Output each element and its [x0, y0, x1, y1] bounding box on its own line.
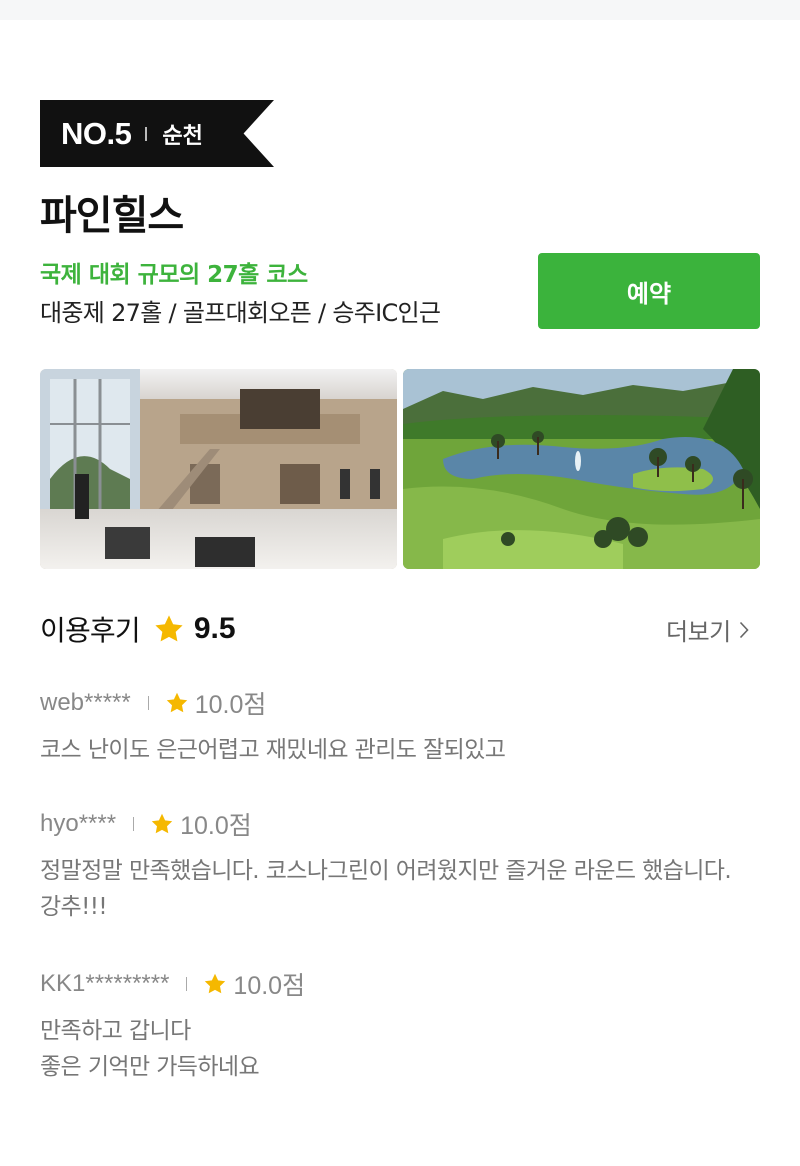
review-user: hyo**** [40, 810, 117, 837]
review-score: 10.0점 [194, 691, 267, 719]
review-user: KK1********* [40, 970, 170, 997]
review-item: hyo**** 10.0점 정말정말 만족했습니다. 코스나그린이 어려웠지만 … [40, 809, 760, 925]
review-item: web***** 10.0점 코스 난이도 은근어렵고 재밌네요 관리도 잘되있… [40, 688, 760, 768]
star-icon [205, 973, 226, 994]
review-meta: hyo**** 10.0점 [40, 809, 760, 840]
reviews-header: 이용후기 9.5 [40, 609, 236, 649]
reviews-title: 이용후기 [40, 614, 141, 647]
top-strip [0, 0, 800, 20]
course-photo[interactable] [403, 369, 760, 569]
star-icon [151, 813, 173, 834]
course-specs: 대중제 27홀 / 골프대회오픈 / 승주IC인근 [40, 299, 441, 327]
course-headline: 국제 대회 규모의 27홀 코스 [40, 262, 308, 288]
reserve-button[interactable]: 예약 [538, 253, 760, 329]
review-meta: KK1********* 10.0점 [40, 969, 760, 1000]
star-icon [166, 692, 187, 713]
divider [186, 977, 188, 991]
chevron-right-icon [739, 621, 749, 638]
review-text: 만족하고 갑니다 좋은 기억만 가득하네요 [40, 1018, 260, 1080]
review-score: 10.0점 [233, 972, 306, 1000]
review-text: 코스 난이도 은근어렵고 재밌네요 관리도 잘되있고 [40, 737, 506, 763]
divider [145, 126, 148, 141]
more-label: 더보기 [666, 618, 731, 646]
review-item: KK1********* 10.0점 만족하고 갑니다 좋은 기억만 가득하네요 [40, 969, 760, 1085]
region-label: 순천 [162, 123, 203, 149]
lobby-photo[interactable] [40, 369, 397, 569]
lobby-photo-image [40, 369, 397, 569]
course-title: 파인힐스 [40, 193, 184, 239]
review-score: 10.0점 [180, 812, 252, 840]
divider [147, 696, 149, 710]
course-photo-image [403, 369, 760, 569]
review-meta: web***** 10.0점 [40, 688, 760, 719]
more-reviews-link[interactable]: 더보기 [666, 612, 749, 647]
star-icon [155, 615, 183, 642]
rank-number: NO.5 [61, 115, 132, 151]
divider [133, 817, 135, 831]
average-score: 9.5 [193, 612, 236, 645]
review-user: web***** [40, 689, 131, 716]
review-text: 정말정말 만족했습니다. 코스나그린이 어려웠지만 즐거운 라운드 했습니다. … [40, 858, 732, 920]
rank-tag: NO.5 순천 [40, 100, 274, 167]
